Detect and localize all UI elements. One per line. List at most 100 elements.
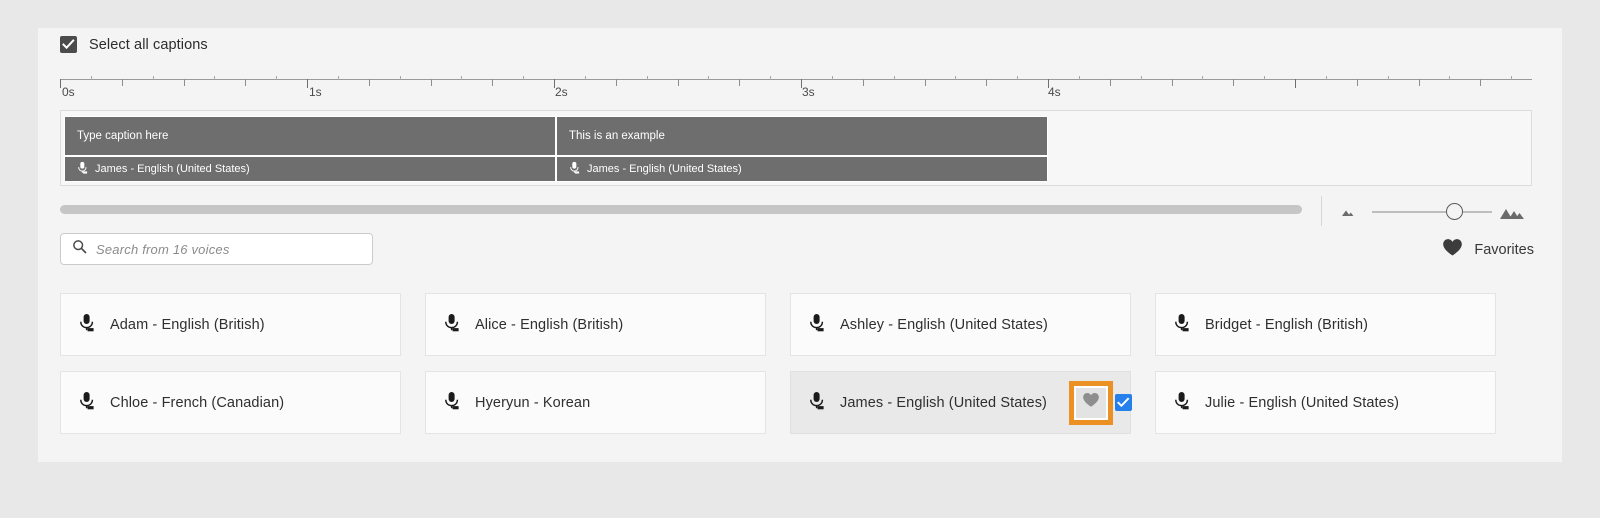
select-all-captions-label: Select all captions xyxy=(89,36,208,53)
ruler-tick-label: 1s xyxy=(309,85,322,99)
horizontal-scrollbar[interactable] xyxy=(60,205,1302,214)
toolbar-divider xyxy=(1321,196,1322,226)
ruler-minor-tick xyxy=(1480,79,1482,86)
heart-icon xyxy=(1082,392,1100,413)
checkbox-checked-icon[interactable] xyxy=(60,36,77,53)
favorite-button[interactable] xyxy=(1076,387,1106,418)
caption-clip-text[interactable]: This is an example xyxy=(557,117,1047,157)
ruler-minor-tick xyxy=(430,79,432,86)
ruler-minor-tick xyxy=(770,76,772,80)
ruler-minor-tick xyxy=(1202,76,1204,80)
caption-clip-text[interactable]: Type caption here xyxy=(65,117,555,157)
ruler-minor-tick xyxy=(615,79,617,86)
microphone-icon xyxy=(444,391,460,415)
ruler-minor-tick xyxy=(1325,76,1327,80)
ruler-minor-tick xyxy=(739,79,741,86)
select-all-captions-row[interactable]: Select all captions xyxy=(60,36,208,53)
ruler-minor-tick xyxy=(677,79,679,86)
ruler-minor-tick xyxy=(986,79,988,86)
ruler-minor-tick xyxy=(399,76,401,80)
voice-card[interactable]: Bridget - English (British) xyxy=(1155,293,1496,356)
microphone-icon xyxy=(1174,391,1190,415)
search-icon xyxy=(72,239,87,259)
ruler-minor-tick xyxy=(1449,76,1451,80)
ruler-minor-tick xyxy=(893,76,895,80)
caption-clip-voice-label: James - English (United States) xyxy=(95,163,250,175)
voice-card-label: Alice - English (British) xyxy=(475,316,624,333)
voice-card[interactable]: Julie - English (United States) xyxy=(1155,371,1496,434)
zoom-slider-track[interactable] xyxy=(1372,211,1492,213)
ruler-minor-tick xyxy=(862,79,864,86)
caption-clip[interactable]: This is an example James - English (Unite… xyxy=(556,116,1048,182)
voice-card[interactable]: Hyeryun - Korean xyxy=(425,371,766,434)
ruler-baseline xyxy=(60,79,1532,80)
ruler-minor-tick xyxy=(1356,79,1358,86)
ruler-minor-tick xyxy=(461,76,463,80)
ruler-tick-label: 2s xyxy=(555,85,568,99)
ruler-minor-tick xyxy=(1078,76,1080,80)
caption-clip-voice-label: James - English (United States) xyxy=(587,163,742,175)
ruler-minor-tick xyxy=(214,76,216,80)
ruler-minor-tick xyxy=(955,76,957,80)
voice-card-label: James - English (United States) xyxy=(840,394,1047,411)
heart-icon xyxy=(1442,238,1463,262)
ruler-minor-tick xyxy=(1017,76,1019,80)
search-input[interactable]: Search from 16 voices xyxy=(60,233,373,265)
ruler-minor-tick xyxy=(1140,76,1142,80)
ruler-minor-tick xyxy=(1109,79,1111,86)
voice-select-checkbox[interactable] xyxy=(1115,394,1132,411)
voice-card-label: Chloe - French (Canadian) xyxy=(110,394,285,411)
ruler-tick-label: 3s xyxy=(802,85,815,99)
ruler-minor-tick xyxy=(121,79,123,86)
timeline-zoom-control[interactable] xyxy=(1338,200,1533,224)
microphone-icon xyxy=(569,161,580,177)
microphone-icon xyxy=(1174,313,1190,337)
voice-card-label: Adam - English (British) xyxy=(110,316,265,333)
captions-voices-panel: Select all captions 0s 1s 2s 3s 4s Type capt… xyxy=(38,28,1562,462)
zoom-slider-knob[interactable] xyxy=(1446,203,1463,220)
microphone-icon xyxy=(444,313,460,337)
voice-card[interactable]: Ashley - English (United States) xyxy=(790,293,1131,356)
ruler-minor-tick xyxy=(646,76,648,80)
favorite-button-focus-ring[interactable] xyxy=(1069,380,1113,425)
ruler-minor-tick xyxy=(1233,79,1235,86)
caption-track-panel[interactable]: Type caption here James - English (United… xyxy=(60,110,1532,186)
ruler-minor-tick xyxy=(1387,76,1389,80)
ruler-minor-tick xyxy=(1418,79,1420,86)
microphone-icon xyxy=(77,161,88,177)
voice-card[interactable]: Alice - English (British) xyxy=(425,293,766,356)
caption-clip[interactable]: Type caption here James - English (United… xyxy=(64,116,556,182)
microphone-icon xyxy=(79,313,95,337)
voice-card-label: Bridget - English (British) xyxy=(1205,316,1369,333)
ruler-minor-tick xyxy=(584,76,586,80)
voice-card[interactable]: James - English (United States) xyxy=(790,371,1132,434)
ruler-tick-label: 0s xyxy=(62,85,75,99)
favorites-filter-button[interactable]: Favorites xyxy=(1442,238,1534,262)
voice-grid: Adam - English (British) Alice - English … xyxy=(60,293,1540,434)
ruler-minor-tick xyxy=(924,79,926,86)
ruler-minor-tick xyxy=(1511,76,1513,80)
timeline-ruler[interactable]: 0s 1s 2s 3s 4s xyxy=(60,68,1532,102)
ruler-major-tick xyxy=(1295,79,1296,88)
ruler-minor-tick xyxy=(337,76,339,80)
voice-card-label: Hyeryun - Korean xyxy=(475,394,591,411)
zoom-out-mountains-icon[interactable] xyxy=(1338,205,1358,224)
voice-card-label: Julie - English (United States) xyxy=(1205,394,1400,411)
ruler-minor-tick xyxy=(831,76,833,80)
search-placeholder: Search from 16 voices xyxy=(96,241,230,257)
ruler-minor-tick xyxy=(245,79,247,86)
microphone-icon xyxy=(809,391,825,415)
zoom-in-mountains-icon[interactable] xyxy=(1498,205,1526,228)
ruler-minor-tick xyxy=(492,79,494,86)
microphone-icon xyxy=(809,313,825,337)
caption-clip-voice[interactable]: James - English (United States) xyxy=(65,157,555,181)
voice-card[interactable]: Chloe - French (Canadian) xyxy=(60,371,401,434)
scrollbar-thumb[interactable] xyxy=(60,205,1302,214)
caption-clip-voice[interactable]: James - English (United States) xyxy=(557,157,1047,181)
voice-card[interactable]: Adam - English (British) xyxy=(60,293,401,356)
voice-card-actions xyxy=(1069,380,1132,425)
favorites-label: Favorites xyxy=(1474,242,1534,258)
ruler-minor-tick xyxy=(276,76,278,80)
ruler-minor-tick xyxy=(708,76,710,80)
voice-card-label: Ashley - English (United States) xyxy=(840,316,1048,333)
